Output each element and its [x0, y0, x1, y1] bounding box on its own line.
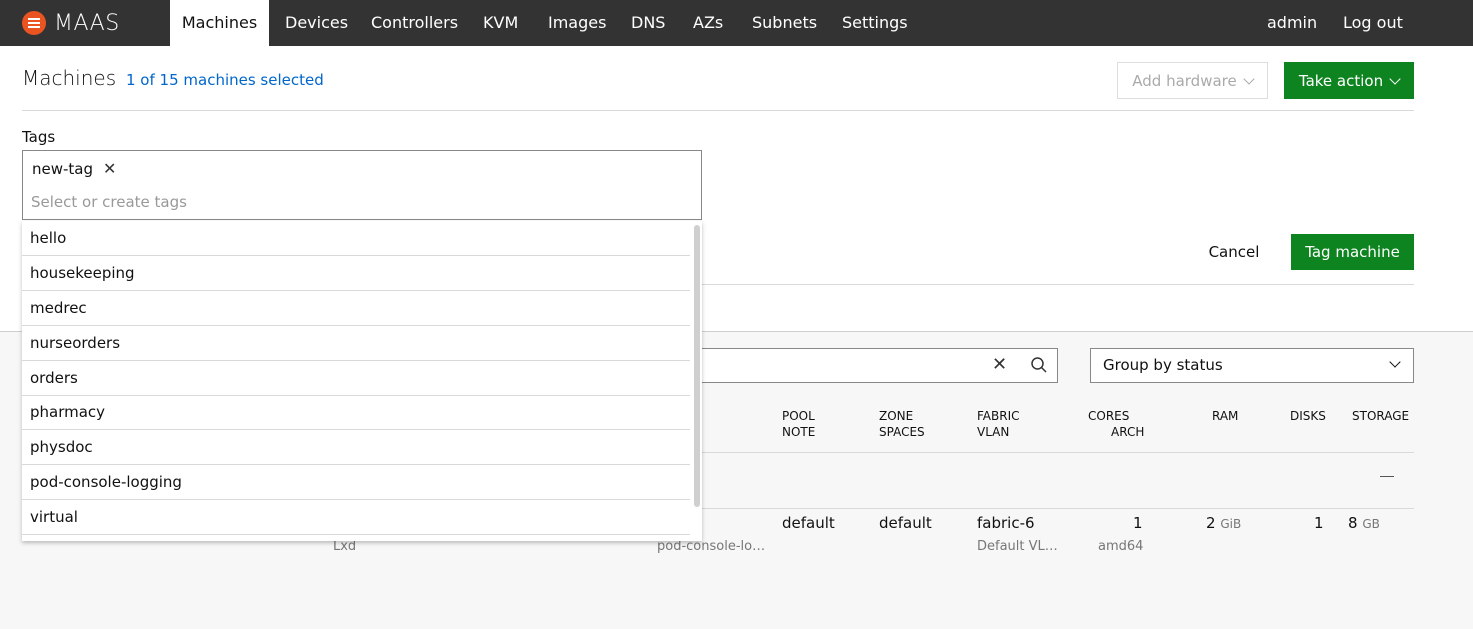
col-header-ram[interactable]: RAM — [1212, 408, 1238, 424]
chevron-down-icon — [1389, 72, 1401, 85]
tag-option[interactable]: housekeeping — [22, 256, 690, 291]
maas-logo-icon — [22, 11, 46, 35]
clear-icon[interactable]: ✕ — [992, 354, 1007, 375]
add-hardware-button[interactable]: Add hardware — [1117, 62, 1268, 99]
vlan-cell: Default VL… — [977, 539, 1058, 554]
cores-cell: 1 — [1133, 514, 1143, 532]
header-cores: CORES — [1088, 409, 1130, 423]
col-header-fabric-vlan[interactable]: FABRIC VLAN — [977, 408, 1020, 440]
logout-link[interactable]: Log out — [1327, 0, 1419, 46]
header-note: NOTE — [782, 425, 816, 439]
brand[interactable]: MAAS — [22, 10, 120, 36]
divider — [22, 110, 1414, 111]
nav-kvm[interactable]: KVM — [467, 0, 534, 46]
arch-cell: amd64 — [1098, 539, 1144, 554]
tags-label: Tags — [22, 128, 56, 146]
tag-option[interactable]: hello — [22, 221, 690, 256]
selected-count-link[interactable]: 1 of 15 machines selected — [126, 71, 324, 89]
ram-unit: GiB — [1220, 517, 1242, 531]
header-fabric: FABRIC — [977, 409, 1020, 423]
header-vlan: VLAN — [977, 425, 1010, 439]
tag-option[interactable]: physdoc — [22, 430, 690, 465]
tag-option[interactable]: pharmacy — [22, 395, 690, 430]
chevron-down-icon — [1389, 356, 1401, 368]
storage-cell: 8 GB — [1348, 514, 1380, 532]
search-icon[interactable] — [1030, 356, 1048, 374]
divider — [650, 508, 1414, 509]
pool-cell[interactable]: default — [782, 514, 835, 532]
take-action-label: Take action — [1298, 71, 1384, 90]
nav-controllers[interactable]: Controllers — [355, 0, 474, 46]
tag-option[interactable]: orders — [22, 361, 690, 396]
take-action-button[interactable]: Take action — [1284, 62, 1414, 99]
tag-machine-button[interactable]: Tag machine — [1291, 234, 1414, 270]
zone-cell[interactable]: default — [879, 514, 932, 532]
storage-value: 8 — [1348, 514, 1358, 532]
tags-input[interactable]: new-tag ✕ Select or create tags — [22, 150, 702, 220]
tag-chip-label: new-tag — [32, 159, 94, 178]
nav-images[interactable]: Images — [532, 0, 622, 46]
top-navigation: MAAS Machines Devices Controllers KVM Im… — [0, 0, 1473, 46]
col-header-disks[interactable]: DISKS — [1290, 408, 1326, 424]
header-spaces: SPACES — [879, 425, 925, 439]
dropdown-scrollbar[interactable] — [694, 225, 700, 507]
tag-option[interactable]: virtual — [22, 500, 690, 535]
add-hardware-label: Add hardware — [1132, 71, 1237, 90]
col-header-zone-spaces[interactable]: ZONE SPACES — [879, 408, 925, 440]
machine-tags: pod-console-lo… — [657, 539, 766, 554]
group-by-select[interactable]: Group by status — [1090, 348, 1414, 383]
page-title: Machines — [22, 66, 117, 90]
nav-user[interactable]: admin — [1251, 0, 1333, 46]
fabric-cell: fabric-6 — [977, 514, 1035, 532]
ram-cell: 2 GiB — [1206, 514, 1241, 532]
nav-subnets[interactable]: Subnets — [736, 0, 833, 46]
col-header-storage[interactable]: STORAGE — [1352, 408, 1409, 424]
tag-dropdown: hello housekeeping medrec nurseorders or… — [22, 221, 702, 541]
brand-name: MAAS — [54, 10, 120, 36]
power-type: Lxd — [333, 539, 357, 554]
chevron-down-icon — [1243, 72, 1255, 85]
ram-value: 2 — [1206, 514, 1216, 532]
group-by-label: Group by status — [1103, 356, 1223, 374]
nav-settings[interactable]: Settings — [826, 0, 924, 46]
col-header-pool-note[interactable]: POOL NOTE — [782, 408, 815, 440]
nav-dns[interactable]: DNS — [615, 0, 681, 46]
divider — [650, 452, 1414, 453]
nav-devices[interactable]: Devices — [269, 0, 364, 46]
cancel-button[interactable]: Cancel — [1194, 234, 1274, 270]
disks-cell: 1 — [1314, 514, 1324, 532]
storage-unit: GB — [1362, 517, 1380, 531]
nav-machines[interactable]: Machines — [170, 0, 269, 46]
header-pool: POOL — [782, 409, 815, 423]
tag-option[interactable]: medrec — [22, 291, 690, 326]
remove-tag-icon[interactable]: ✕ — [103, 159, 116, 178]
tags-placeholder[interactable]: Select or create tags — [31, 193, 187, 211]
collapse-group-icon[interactable] — [1380, 476, 1394, 477]
header-zone: ZONE — [879, 409, 914, 423]
col-header-cores-arch[interactable]: CORES ARCH — [1088, 408, 1144, 440]
tag-option[interactable]: pod-console-logging — [22, 465, 690, 500]
header-arch: ARCH — [1111, 425, 1145, 439]
tag-option[interactable]: nurseorders — [22, 326, 690, 361]
tag-chip: new-tag ✕ — [32, 159, 116, 178]
nav-azs[interactable]: AZs — [677, 0, 739, 46]
